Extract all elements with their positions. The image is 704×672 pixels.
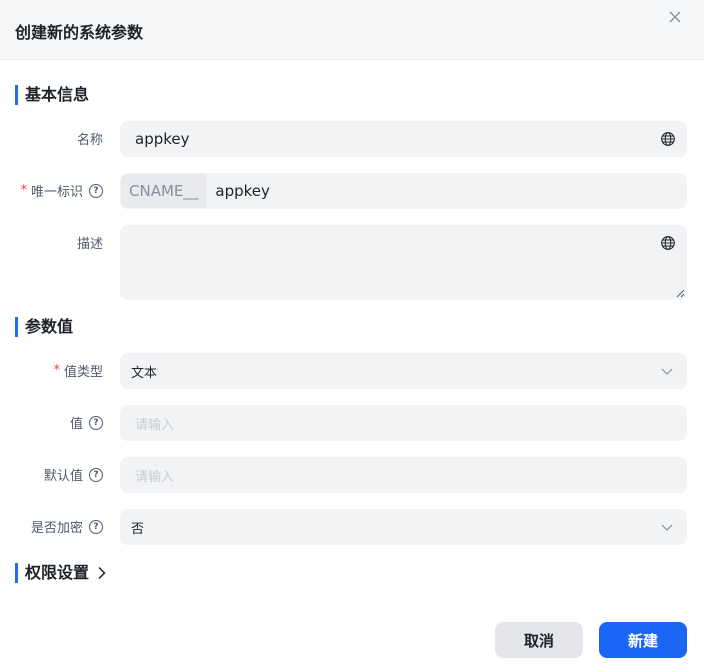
value-type-select[interactable]: 文本 [120, 353, 687, 389]
name-input[interactable]: appkey [120, 121, 687, 157]
default-value-label-text: 默认值 [43, 469, 83, 484]
help-circle-icon[interactable]: ? [89, 519, 103, 534]
description-textarea[interactable] [120, 225, 687, 300]
identifier-prefix: CNAME__ [121, 174, 207, 208]
close-icon[interactable] [667, 9, 683, 25]
identifier-value: appkey [215, 182, 270, 200]
dialog-title: 创建新的系统参数 [15, 23, 144, 42]
required-mark: * [20, 183, 27, 198]
globe-icon[interactable] [660, 131, 676, 147]
name-value: appkey [135, 130, 190, 148]
value-type-value: 文本 [131, 365, 158, 381]
encrypted-label: 是否加密 ? [31, 517, 103, 536]
permission-title: 权限设置 [25, 563, 90, 582]
value-placeholder: 请输入 [135, 417, 175, 433]
create-button[interactable]: 新建 [599, 622, 687, 658]
value-type-label: * 值类型 [53, 361, 103, 380]
encrypted-select[interactable]: 否 [120, 509, 687, 545]
encrypted-label-text: 是否加密 [30, 521, 83, 536]
dialog-header: 创建新的系统参数 [0, 0, 704, 60]
default-value-label: 默认值 ? [44, 465, 103, 484]
value-type-label-text: 值类型 [63, 365, 103, 380]
cancel-button[interactable]: 取消 [495, 622, 583, 658]
description-label: 描述 [77, 233, 103, 252]
chevron-down-icon [661, 368, 673, 375]
help-circle-icon[interactable]: ? [89, 183, 103, 198]
identifier-input[interactable]: CNAME__ appkey [120, 173, 687, 209]
section-permission-toggle[interactable]: 权限设置 [15, 563, 107, 583]
value-input[interactable]: 请输入 [120, 405, 687, 441]
chevron-right-icon [98, 566, 106, 580]
name-label: 名称 [77, 129, 103, 148]
encrypted-value: 否 [131, 521, 145, 537]
globe-icon[interactable] [660, 235, 676, 251]
description-label-text: 描述 [76, 237, 103, 252]
value-label: 值 ? [70, 413, 103, 432]
identifier-label: * 唯一标识 ? [20, 181, 103, 200]
create-system-param-dialog: 创建新的系统参数 基本信息 名称 appkey * 唯一标识 ? CNAME__… [0, 0, 704, 672]
help-circle-icon[interactable]: ? [89, 415, 103, 430]
value-label-text: 值 [69, 417, 83, 432]
section-basic-info: 基本信息 [15, 85, 89, 105]
default-value-placeholder: 请输入 [135, 469, 175, 485]
help-circle-icon[interactable]: ? [89, 467, 103, 482]
resize-handle-icon[interactable] [676, 289, 685, 298]
name-label-text: 名称 [76, 133, 103, 148]
chevron-down-icon [661, 524, 673, 531]
section-param-value: 参数值 [15, 317, 73, 337]
required-mark: * [53, 363, 60, 378]
identifier-label-text: 唯一标识 [30, 185, 83, 200]
default-value-input[interactable]: 请输入 [120, 457, 687, 493]
